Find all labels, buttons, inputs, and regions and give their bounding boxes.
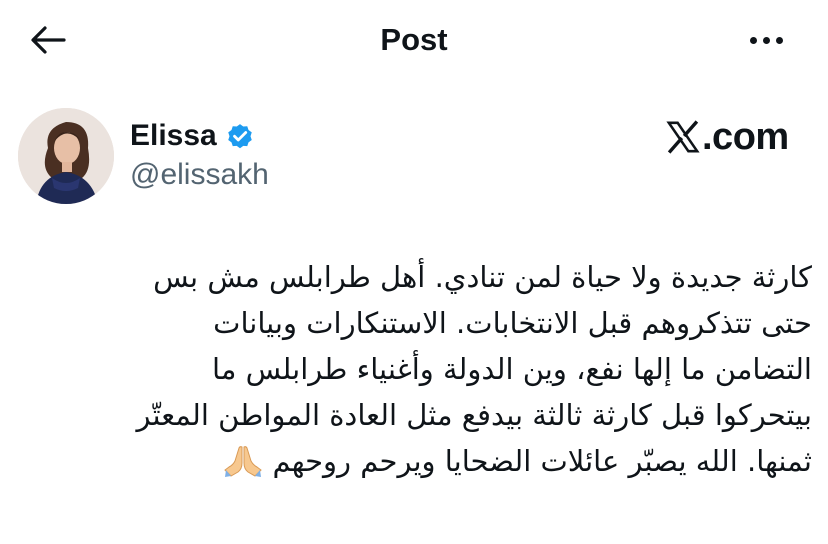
- author-handle[interactable]: @elissakh: [130, 156, 269, 194]
- tweet-line: كارثة جديدة ولا حياة لمن تنادي. أهل طراب…: [153, 260, 812, 294]
- author-name[interactable]: Elissa: [130, 118, 217, 154]
- top-bar: Post: [0, 0, 828, 80]
- more-horizontal-icon: [749, 36, 757, 44]
- more-dot: [762, 36, 770, 44]
- page-title: Post: [380, 22, 448, 57]
- folded-hands-icon: [224, 446, 262, 477]
- post-page: Post Elissa @elissakh .com كارثة جديدة و…: [0, 0, 828, 544]
- back-button[interactable]: [26, 20, 70, 60]
- author-name-row[interactable]: Elissa: [130, 116, 255, 156]
- x-logo-icon: [666, 120, 700, 154]
- avatar-image: [18, 108, 114, 204]
- more-dot: [775, 36, 783, 44]
- tweet-line: حتى تتذكروهم قبل الانتخابات. الاستنكارات…: [213, 306, 812, 340]
- tweet-line: التضامن ما إلها نفع، وين الدولة وأغنياء …: [212, 352, 812, 386]
- tweet-line: بيتحركوا قبل كارثة ثالثة بيدفع مثل العاد…: [136, 398, 812, 432]
- tweet-text: كارثة جديدة ولا حياة لمن تنادي. أهل طراب…: [20, 254, 812, 484]
- arrow-left-icon: [31, 26, 66, 54]
- avatar[interactable]: [18, 108, 114, 204]
- brand-watermark: .com: [666, 112, 789, 162]
- brand-domain: .com: [702, 116, 789, 158]
- verified-badge-icon: [227, 124, 252, 149]
- tweet-line-text: ثمنها. الله يصبّر عائلات الضحايا ويرحم ر…: [272, 444, 812, 478]
- tweet-line-last: ثمنها. الله يصبّر عائلات الضحايا ويرحم ر…: [20, 438, 812, 484]
- more-options-button[interactable]: [740, 20, 792, 60]
